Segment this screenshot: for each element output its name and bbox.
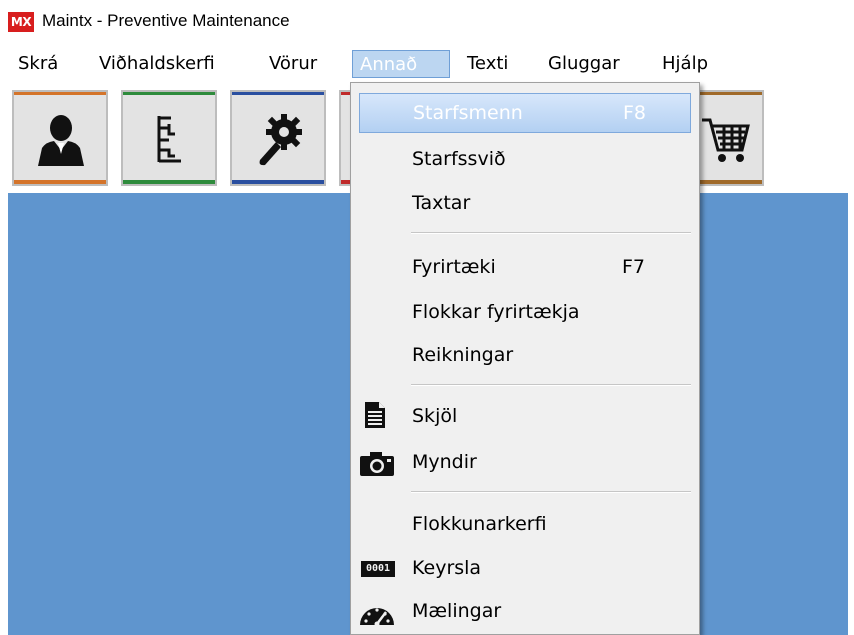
menu-item-label: Starfsmenn	[413, 102, 523, 124]
toolbar-button-maintenance[interactable]	[230, 90, 326, 186]
menu-item-label: Fyrirtæki	[412, 256, 496, 278]
menu-item-taxtar[interactable]: Taxtar	[359, 184, 691, 224]
menu-item-label: Flokkar fyrirtækja	[412, 301, 580, 323]
menu-gluggar[interactable]: Gluggar	[541, 50, 627, 78]
menu-item-keyrsla[interactable]: 0001 Keyrsla	[359, 549, 691, 589]
menu-vorur[interactable]: Vörur	[262, 50, 324, 78]
person-icon	[38, 115, 84, 166]
toolbar-button-employees[interactable]	[12, 90, 108, 186]
menu-item-flokkar-fyrirtaekja[interactable]: Flokkar fyrirtækja	[359, 293, 691, 333]
menu-annad[interactable]: Annað	[352, 50, 450, 78]
camera-icon	[360, 452, 394, 476]
menu-hjalp[interactable]: Hjálp	[655, 50, 715, 78]
menu-item-label: Skjöl	[412, 405, 458, 427]
menu-item-skjol[interactable]: Skjöl	[359, 397, 691, 437]
menu-item-label: Myndir	[412, 451, 477, 473]
accent-line	[14, 180, 106, 184]
gauge-icon	[360, 608, 394, 627]
annad-dropdown-menu: Starfsmenn F8 Starfssvið Taxtar Fyrirtæk…	[350, 82, 700, 635]
menu-skra[interactable]: Skrá	[11, 50, 65, 78]
toolbar-button-structure[interactable]	[121, 90, 217, 186]
gear-wrench-icon	[259, 114, 302, 166]
menu-item-fyrirtaeki[interactable]: Fyrirtæki F7	[359, 248, 691, 288]
menu-vidhaldskerfi[interactable]: Viðhaldskerfi	[92, 50, 222, 78]
menu-item-starfsmenn[interactable]: Starfsmenn F8	[359, 93, 691, 133]
accent-line	[123, 92, 215, 95]
menu-item-myndir[interactable]: Myndir	[359, 443, 691, 483]
menu-item-label: Flokkunarkerfi	[412, 513, 547, 535]
menu-item-label: Taxtar	[412, 192, 471, 214]
menu-item-reikningar[interactable]: Reikningar	[359, 336, 691, 376]
accent-line	[14, 92, 106, 95]
menu-item-flokkunarkerfi[interactable]: Flokkunarkerfi	[359, 505, 691, 545]
menu-item-label: Reikningar	[412, 344, 514, 366]
window-title: Maintx - Preventive Maintenance	[42, 11, 290, 30]
menu-item-label: Keyrsla	[412, 557, 482, 579]
menu-item-shortcut: F7	[622, 256, 646, 278]
accent-line	[232, 92, 324, 95]
app-logo: MX	[8, 12, 34, 32]
document-icon	[365, 402, 385, 428]
shopping-cart-icon	[702, 118, 750, 162]
menu-item-maelingar[interactable]: Mælingar	[359, 592, 691, 632]
title-bar: MX Maintx - Preventive Maintenance	[0, 0, 854, 44]
menu-item-label: Starfssvið	[412, 148, 506, 170]
menu-texti[interactable]: Texti	[460, 50, 515, 78]
counter-icon: 0001	[361, 561, 395, 577]
menu-separator	[411, 232, 691, 234]
menu-item-label: Mælingar	[412, 600, 502, 622]
menu-bar: Skrá Viðhaldskerfi Vörur Annað Texti Glu…	[0, 47, 854, 81]
menu-separator	[411, 384, 691, 386]
accent-line	[232, 180, 324, 184]
menu-item-starfssvid[interactable]: Starfssvið	[359, 140, 691, 180]
tree-structure-icon	[157, 116, 181, 163]
menu-item-shortcut: F8	[623, 102, 647, 124]
menu-separator	[411, 491, 691, 493]
accent-line	[123, 180, 215, 184]
